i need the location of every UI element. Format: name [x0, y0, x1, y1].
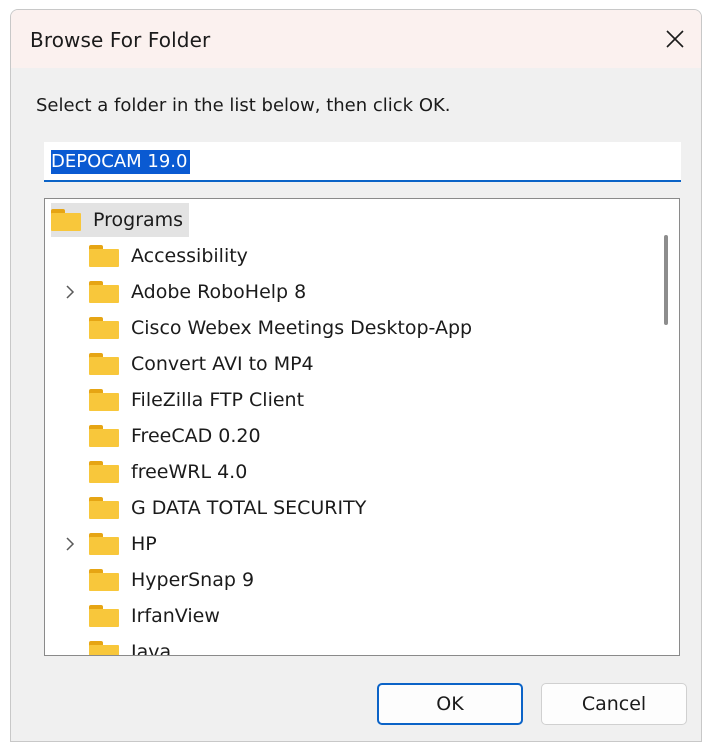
tree-item[interactable]: Accessibility [89, 239, 248, 273]
folder-icon [89, 641, 119, 655]
folder-icon [89, 461, 119, 483]
folder-icon [89, 353, 119, 375]
tree-item-label: Adobe RoboHelp 8 [131, 281, 307, 303]
tree-item-label: G DATA TOTAL SECURITY [131, 497, 367, 519]
tree-item[interactable]: Adobe RoboHelp 8 [89, 275, 306, 309]
tree-item-label: Convert AVI to MP4 [131, 353, 314, 375]
folder-icon [89, 245, 119, 267]
tree-item-label: Programs [93, 209, 184, 231]
vertical-scrollbar[interactable] [653, 199, 679, 655]
tree-item-label: FileZilla FTP Client [131, 389, 305, 411]
tree-item-label: IrfanView [131, 605, 220, 627]
tree-item[interactable]: freeWRL 4.0 [89, 455, 247, 489]
folder-icon [89, 533, 119, 555]
tree-item[interactable]: Cisco Webex Meetings Desktop-App [89, 311, 472, 345]
folder-icon [89, 281, 119, 303]
tree-item[interactable]: G DATA TOTAL SECURITY [89, 491, 366, 525]
tree-item-label: HyperSnap 9 [131, 569, 255, 591]
tree-item[interactable]: FileZilla FTP Client [89, 383, 304, 417]
dialog-title: Browse For Folder [30, 28, 211, 52]
tree-item[interactable]: FreeCAD 0.20 [89, 419, 261, 453]
folder-icon [89, 317, 119, 339]
tree-item-label: Accessibility [131, 245, 248, 267]
tree-item-label: Cisco Webex Meetings Desktop-App [131, 317, 473, 339]
folder-name-field[interactable]: DEPOCAM 19.0 [44, 142, 681, 182]
close-icon [666, 30, 684, 48]
tree-item[interactable]: IrfanView [89, 599, 220, 633]
tree-item-label: HP [131, 533, 157, 555]
title-bar: Browse For Folder [11, 10, 701, 68]
tree-item-label: FreeCAD 0.20 [131, 425, 261, 447]
folder-icon [89, 389, 119, 411]
folder-name-value[interactable]: DEPOCAM 19.0 [51, 150, 191, 174]
folder-icon [89, 569, 119, 591]
close-button[interactable] [649, 10, 701, 68]
tree-item-label: Java [131, 641, 172, 656]
ok-button[interactable]: OK [377, 683, 523, 725]
chevron-right-icon[interactable] [61, 535, 79, 553]
folder-icon [51, 209, 81, 231]
folder-icon [89, 425, 119, 447]
scrollbar-thumb[interactable] [664, 235, 668, 325]
tree-item[interactable]: Java [89, 635, 172, 656]
folder-tree[interactable]: Programs Accessibility Adobe RoboHelp 8 Cis… [44, 198, 680, 656]
tree-item[interactable]: Convert AVI to MP4 [89, 347, 314, 381]
browse-for-folder-dialog: Browse For Folder Select a folder in the… [10, 9, 702, 742]
tree-item-label: freeWRL 4.0 [131, 461, 248, 483]
tree-item[interactable]: HyperSnap 9 [89, 563, 254, 597]
folder-icon [89, 605, 119, 627]
instruction-text: Select a folder in the list below, then … [36, 95, 451, 116]
tree-root-programs[interactable]: Programs [51, 203, 190, 237]
cancel-button[interactable]: Cancel [541, 683, 687, 725]
tree-item[interactable]: HP [89, 527, 157, 561]
chevron-right-icon[interactable] [61, 283, 79, 301]
folder-icon [89, 497, 119, 519]
